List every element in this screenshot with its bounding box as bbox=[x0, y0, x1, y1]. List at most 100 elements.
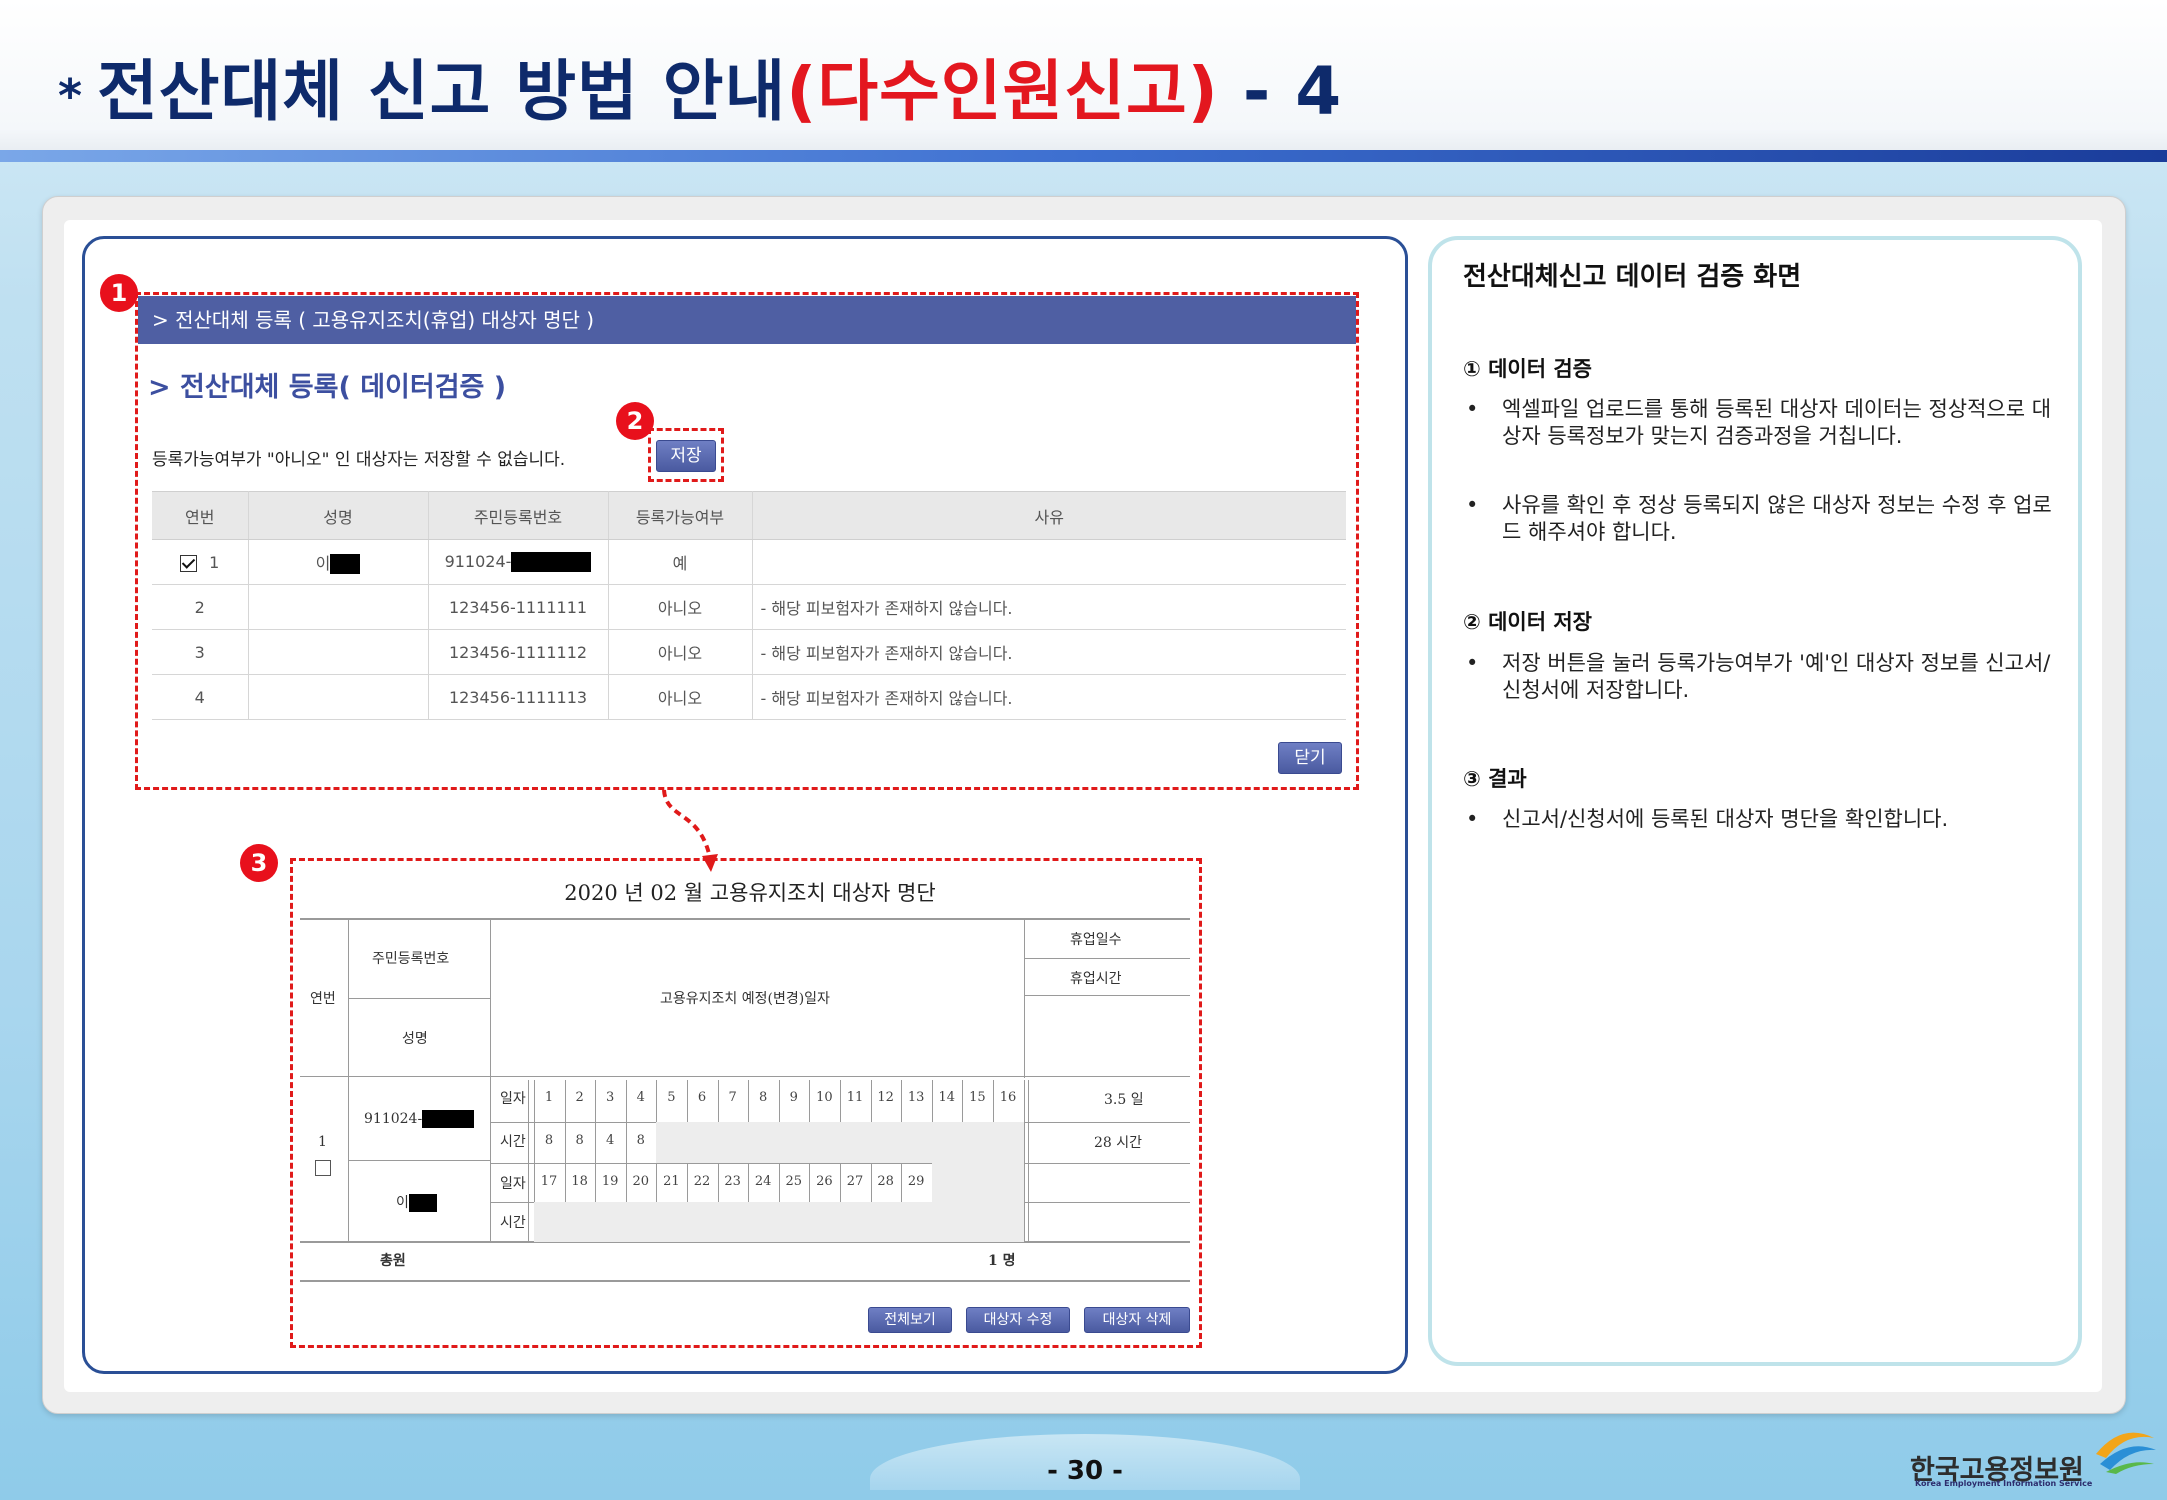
grid-line bbox=[1028, 1080, 1029, 1242]
empty-cell bbox=[778, 1122, 810, 1163]
bullet-item: • 저장 버튼을 눌러 등록가능여부가 '예'인 대상자 정보를 신고서/신청서에… bbox=[1466, 650, 2062, 704]
registration-header: > 전산대체 등록 ( 고용유지조치(휴업) 대상자 명단 ) bbox=[138, 296, 1356, 344]
row-no: 2 bbox=[152, 584, 249, 630]
empty-cell bbox=[901, 1202, 932, 1242]
row-no-cell: 1 bbox=[152, 539, 249, 585]
row-reason: - 해당 피보험자가 존재하지 않습니다. bbox=[752, 674, 1346, 720]
row-name bbox=[248, 674, 429, 720]
label-day-1: 일자 bbox=[500, 1091, 526, 1107]
empty-cell bbox=[993, 1202, 1024, 1242]
delete-target-button[interactable]: 대상자 삭제 bbox=[1084, 1307, 1190, 1333]
empty-cell bbox=[687, 1122, 718, 1163]
grid-line bbox=[1024, 918, 1025, 1078]
table-row: 4 123456-1111113 아니오 - 해당 피보험자가 존재하지 않습니… bbox=[152, 674, 1346, 720]
empty-cell bbox=[809, 1202, 840, 1242]
empty-cell bbox=[901, 1122, 932, 1163]
empty-cell bbox=[564, 1202, 596, 1242]
close-button[interactable]: 닫기 bbox=[1278, 742, 1342, 774]
grid-line bbox=[490, 1242, 1190, 1243]
bullet-icon: • bbox=[1466, 807, 1479, 831]
col-header-rrn: 주민등록번호 bbox=[428, 491, 609, 540]
page-title: * 전산대체 신고 방법 안내(다수인원신고) - 4 bbox=[58, 38, 1342, 134]
bullet-item: • 신고서/신청서에 등록된 대상자 명단을 확인합니다. bbox=[1466, 806, 2062, 833]
day-cell: 17 bbox=[540, 1174, 558, 1189]
table-row: 2 123456-1111111 아니오 - 해당 피보험자가 존재하지 않습니… bbox=[152, 584, 1346, 630]
bullet-text: 저장 버튼을 눌러 등록가능여부가 '예'인 대상자 정보를 신고서/신청서에 … bbox=[1502, 651, 2051, 702]
empty-cell bbox=[840, 1202, 871, 1242]
empty-cell bbox=[962, 1202, 993, 1242]
hour-cell: 8 bbox=[575, 1133, 584, 1148]
grid-line bbox=[1024, 995, 1190, 996]
table-header-row: 연번 성명 주민등록번호 등록가능여부 사유 bbox=[152, 491, 1346, 540]
save-button[interactable]: 저장 bbox=[656, 440, 716, 472]
roster-title: 2020 년 02 월 고용유지조치 대상자 명단 bbox=[564, 881, 936, 905]
col-header-no: 연번 bbox=[152, 491, 249, 540]
row-rrn: 911024- bbox=[444, 551, 512, 571]
empty-cell bbox=[656, 1202, 687, 1242]
day-cell: 11 bbox=[846, 1090, 864, 1105]
roster-rrn-cell: 911024- bbox=[364, 1110, 475, 1128]
day-cell: 12 bbox=[877, 1090, 894, 1105]
redaction-bar bbox=[330, 554, 361, 575]
title-suffix: - 4 bbox=[1242, 53, 1343, 130]
hour-cell: 8 bbox=[636, 1133, 645, 1148]
day-cell: 26 bbox=[816, 1174, 833, 1189]
roster-header-days: 휴업일수 bbox=[1070, 932, 1122, 948]
row-rrn: 123456-1111111 bbox=[428, 584, 609, 630]
col-header-reason: 사유 bbox=[752, 491, 1346, 540]
day-cell: 25 bbox=[785, 1174, 803, 1189]
day-cell: 15 bbox=[969, 1090, 986, 1105]
total-hours: 28 시간 bbox=[1094, 1135, 1143, 1151]
row-rrn: 123456-1111113 bbox=[428, 674, 609, 720]
grid-line bbox=[490, 918, 491, 1241]
day-cell: 19 bbox=[601, 1174, 619, 1189]
empty-cell bbox=[931, 1163, 963, 1202]
day-cell: 14 bbox=[938, 1090, 956, 1105]
empty-cell bbox=[931, 1202, 963, 1242]
empty-cell bbox=[840, 1122, 871, 1163]
row-reason bbox=[752, 539, 1346, 585]
row-no: 4 bbox=[152, 674, 249, 720]
row-eligible: 아니오 bbox=[608, 629, 753, 675]
bullet-item: • 엑셀파일 업로드를 통해 등록된 대상자 데이터는 정상적으로 대상자 등록정… bbox=[1466, 396, 2062, 450]
section-heading-validation: ① 데이터 검증 bbox=[1463, 357, 1593, 381]
roster-header-hours: 휴업시간 bbox=[1070, 971, 1122, 987]
row-name: 이 bbox=[315, 553, 331, 573]
roster-row-rrn: 911024- bbox=[364, 1111, 423, 1127]
title-star: * bbox=[58, 68, 84, 123]
roster-header-rrn: 주민등록번호 bbox=[372, 951, 450, 967]
redaction-bar bbox=[408, 1194, 437, 1212]
step-badge-2: 2 bbox=[616, 402, 654, 440]
day-cell: 3 bbox=[606, 1090, 615, 1105]
roster-row-checkbox[interactable] bbox=[315, 1160, 331, 1176]
day-cell: 4 bbox=[636, 1090, 645, 1105]
empty-cell bbox=[809, 1122, 840, 1163]
total-days: 3.5 일 bbox=[1104, 1092, 1144, 1108]
view-all-button[interactable]: 전체보기 bbox=[868, 1307, 952, 1333]
step-badge-1: 1 bbox=[100, 274, 138, 312]
label-day-2: 일자 bbox=[500, 1176, 526, 1192]
row-eligible: 아니오 bbox=[608, 674, 753, 720]
row-no: 1 bbox=[209, 552, 220, 572]
roster-header-dates: 고용유지조치 예정(변경)일자 bbox=[660, 991, 830, 1007]
empty-cell bbox=[717, 1122, 749, 1163]
roster-row-name: 이 bbox=[396, 1195, 409, 1211]
bullet-text: 신고서/신청서에 등록된 대상자 명단을 확인합니다. bbox=[1502, 807, 1949, 831]
row-reason: - 해당 피보험자가 존재하지 않습니다. bbox=[752, 629, 1346, 675]
day-cell: 18 bbox=[571, 1174, 588, 1189]
day-cell: 29 bbox=[907, 1174, 925, 1189]
bullet-text: 엑셀파일 업로드를 통해 등록된 대상자 데이터는 정상적으로 대상자 등록정보… bbox=[1502, 397, 2052, 448]
title-main: 전산대체 신고 방법 안내 bbox=[97, 53, 787, 130]
grid-line bbox=[528, 1080, 529, 1242]
section-heading-save: ② 데이터 저장 bbox=[1463, 610, 1593, 634]
row-checkbox[interactable] bbox=[180, 554, 198, 572]
grid-line bbox=[348, 998, 490, 999]
day-cell: 22 bbox=[693, 1174, 711, 1189]
empty-cell bbox=[748, 1202, 779, 1242]
label-time-2: 시간 bbox=[500, 1215, 526, 1231]
row-name-cell: 이 bbox=[248, 539, 429, 585]
day-cell: 13 bbox=[907, 1090, 925, 1105]
edit-target-button[interactable]: 대상자 수정 bbox=[966, 1307, 1070, 1333]
row-no: 3 bbox=[152, 629, 249, 675]
empty-cell bbox=[993, 1163, 1024, 1202]
